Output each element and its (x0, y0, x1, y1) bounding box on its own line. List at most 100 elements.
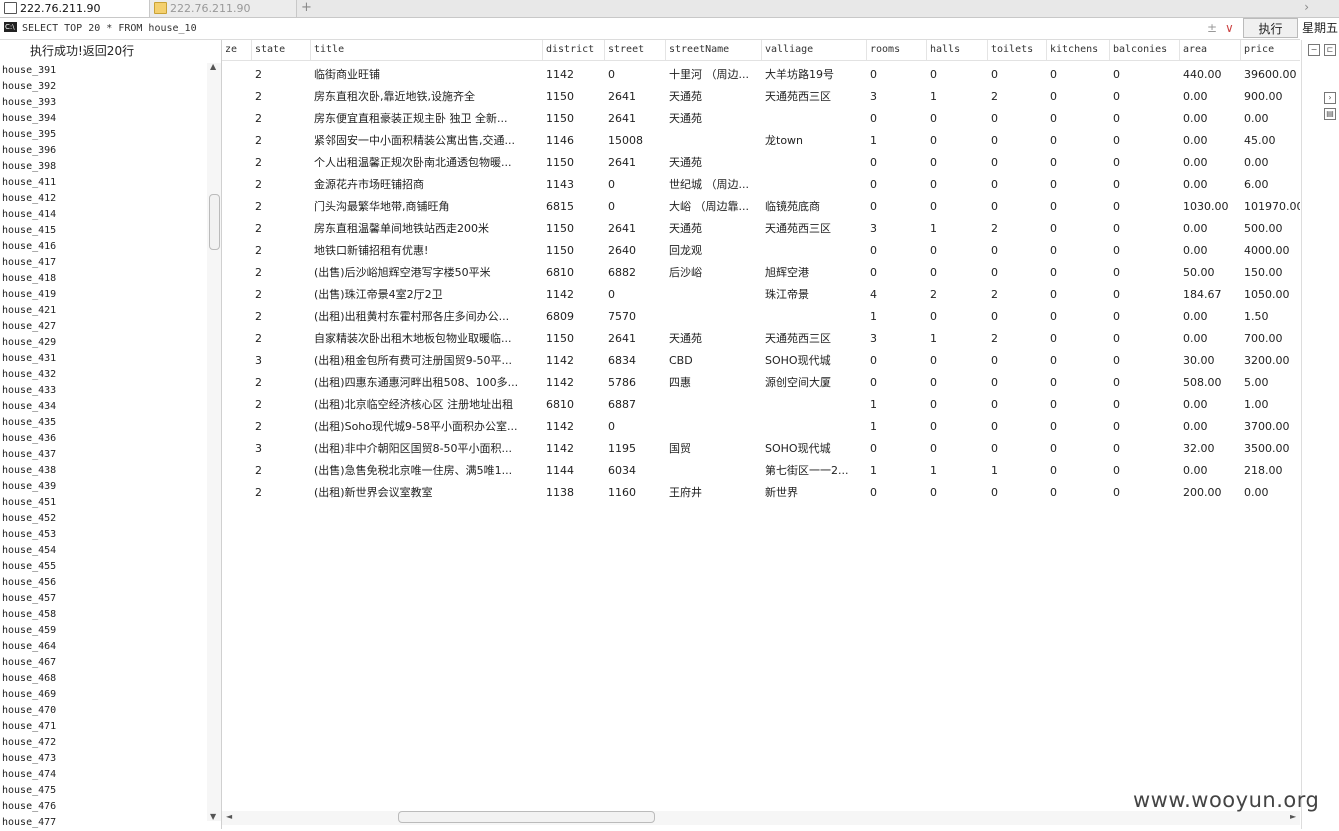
table-cell[interactable]: 新世界 (762, 482, 867, 504)
table-cell[interactable]: 0 (867, 482, 927, 504)
table-cell[interactable]: (出租)北京临空经济核心区 注册地址出租 (311, 394, 543, 416)
table-cell[interactable]: 天通苑 (666, 328, 762, 350)
execute-button[interactable]: 执行 (1243, 18, 1298, 38)
table-cell[interactable]: 0 (1047, 416, 1110, 438)
table-cell[interactable]: 房东便宜直租豪装正规主卧 独卫 全新... (311, 108, 543, 130)
table-cell[interactable]: 房东直租温馨单间地铁站西走200米 (311, 218, 543, 240)
table-cell[interactable]: 0 (605, 174, 666, 196)
table-list-item[interactable]: house_432 (0, 367, 206, 383)
table-cell[interactable]: 2 (988, 86, 1047, 108)
table-row[interactable]: 2 (出租)四惠东通惠河畔出租508、100多... 1142 5786 四惠 源创空间大… (222, 372, 1300, 394)
table-cell[interactable]: 2 (252, 372, 311, 394)
table-row[interactable]: 2 房东便宜直租豪装正规主卧 独卫 全新... 1150 2641 天通苑 0 0 0 0 0 0.… (222, 108, 1300, 130)
table-cell[interactable]: 1160 (605, 482, 666, 504)
table-cell[interactable]: 2 (988, 328, 1047, 350)
table-cell[interactable]: 0 (927, 482, 988, 504)
table-cell[interactable]: 1150 (543, 108, 605, 130)
table-cell[interactable]: 0 (1110, 306, 1180, 328)
table-row[interactable]: 2 房东直租温馨单间地铁站西走200米 1150 2641 天通苑 天通苑西三区 3 1 2 0 0… (222, 218, 1300, 240)
table-cell[interactable]: 0 (1047, 306, 1110, 328)
table-cell[interactable]: 1142 (543, 64, 605, 86)
table-cell[interactable]: (出租)新世界会议室教室 (311, 482, 543, 504)
table-list-item[interactable]: house_456 (0, 575, 206, 591)
table-cell[interactable]: (出售)珠江帝景4室2厅2卫 (311, 284, 543, 306)
table-list-item[interactable]: house_435 (0, 415, 206, 431)
table-cell[interactable]: 3700.00 (1241, 416, 1300, 438)
column-header[interactable]: ze (222, 40, 252, 60)
table-cell[interactable]: 0 (1110, 218, 1180, 240)
table-cell[interactable] (666, 284, 762, 306)
table-cell[interactable]: 0 (927, 394, 988, 416)
table-list-item[interactable]: house_436 (0, 431, 206, 447)
table-cell[interactable]: 2 (252, 284, 311, 306)
scroll-right-icon[interactable]: ► (1290, 812, 1296, 821)
column-header[interactable]: price (1241, 40, 1300, 60)
table-cell[interactable]: 0 (1110, 262, 1180, 284)
scrollbar-thumb[interactable] (209, 194, 220, 250)
table-cell[interactable]: SOHO现代城 (762, 438, 867, 460)
table-cell[interactable]: 0 (988, 482, 1047, 504)
table-cell[interactable]: 2 (988, 284, 1047, 306)
table-cell[interactable]: 6810 (543, 262, 605, 284)
table-cell[interactable] (222, 460, 252, 482)
table-cell[interactable]: 3 (867, 86, 927, 108)
table-cell[interactable] (222, 196, 252, 218)
table-cell[interactable]: 0.00 (1180, 416, 1241, 438)
table-cell[interactable]: 32.00 (1180, 438, 1241, 460)
table-cell[interactable]: 天通苑西三区 (762, 328, 867, 350)
table-cell[interactable] (222, 86, 252, 108)
table-list-item[interactable]: house_421 (0, 303, 206, 319)
table-row[interactable]: 2 (出售)急售免税北京唯一住房、满5唯1... 1144 6034 第七街区一一2..… (222, 460, 1300, 482)
table-cell[interactable]: 2 (927, 284, 988, 306)
table-list-item[interactable]: house_455 (0, 559, 206, 575)
table-cell[interactable]: 0 (1047, 372, 1110, 394)
table-list-item[interactable]: house_459 (0, 623, 206, 639)
table-cell[interactable]: 1 (927, 460, 988, 482)
table-cell[interactable] (762, 240, 867, 262)
table-cell[interactable]: 1.00 (1241, 394, 1300, 416)
query-history-button[interactable]: ± (1207, 19, 1217, 37)
table-cell[interactable]: 1150 (543, 328, 605, 350)
console-icon[interactable]: › (1324, 92, 1336, 104)
table-cell[interactable]: 3 (252, 350, 311, 372)
table-cell[interactable]: 0 (1047, 262, 1110, 284)
table-cell[interactable] (666, 130, 762, 152)
table-cell[interactable]: 0 (867, 438, 927, 460)
sql-query-input[interactable]: SELECT TOP 20 * FROM house_10 (22, 18, 197, 39)
table-list-item[interactable]: house_393 (0, 95, 206, 111)
table-cell[interactable]: 0 (1110, 196, 1180, 218)
table-cell[interactable]: 0 (988, 350, 1047, 372)
table-cell[interactable]: 0 (1047, 284, 1110, 306)
table-cell[interactable]: 国贸 (666, 438, 762, 460)
table-cell[interactable]: 临镜苑底商 (762, 196, 867, 218)
table-cell[interactable]: 0 (1110, 108, 1180, 130)
table-cell[interactable]: 2 (252, 108, 311, 130)
table-cell[interactable] (222, 394, 252, 416)
table-cell[interactable]: 地铁口新铺招租有优惠! (311, 240, 543, 262)
table-row[interactable]: 2 (出售)珠江帝景4室2厅2卫 1142 0 珠江帝景 4 2 2 0 0 184.67 1050.… (222, 284, 1300, 306)
table-cell[interactable]: 0 (1110, 64, 1180, 86)
table-cell[interactable]: 源创空间大厦 (762, 372, 867, 394)
table-cell[interactable]: 1150 (543, 218, 605, 240)
table-cell[interactable]: 后沙峪 (666, 262, 762, 284)
table-cell[interactable]: 2 (252, 86, 311, 108)
table-cell[interactable]: 0 (988, 438, 1047, 460)
table-cell[interactable]: 0 (988, 152, 1047, 174)
table-cell[interactable]: 500.00 (1241, 218, 1300, 240)
column-header[interactable]: street (605, 40, 666, 60)
column-header[interactable]: area (1180, 40, 1241, 60)
table-cell[interactable]: 1138 (543, 482, 605, 504)
table-cell[interactable]: 0 (988, 394, 1047, 416)
table-list-item[interactable]: house_457 (0, 591, 206, 607)
table-cell[interactable]: 0 (927, 108, 988, 130)
table-list-item[interactable]: house_391 (0, 63, 206, 79)
column-header[interactable]: state (252, 40, 311, 60)
query-dropdown-button[interactable]: ∨ (1225, 19, 1234, 37)
table-cell[interactable]: 1142 (543, 372, 605, 394)
table-cell[interactable]: 0 (1110, 174, 1180, 196)
column-header[interactable]: balconies (1110, 40, 1180, 60)
table-cell[interactable]: 1050.00 (1241, 284, 1300, 306)
table-cell[interactable]: 1143 (543, 174, 605, 196)
table-cell[interactable]: 天通苑 (666, 86, 762, 108)
table-cell[interactable]: 天通苑 (666, 218, 762, 240)
